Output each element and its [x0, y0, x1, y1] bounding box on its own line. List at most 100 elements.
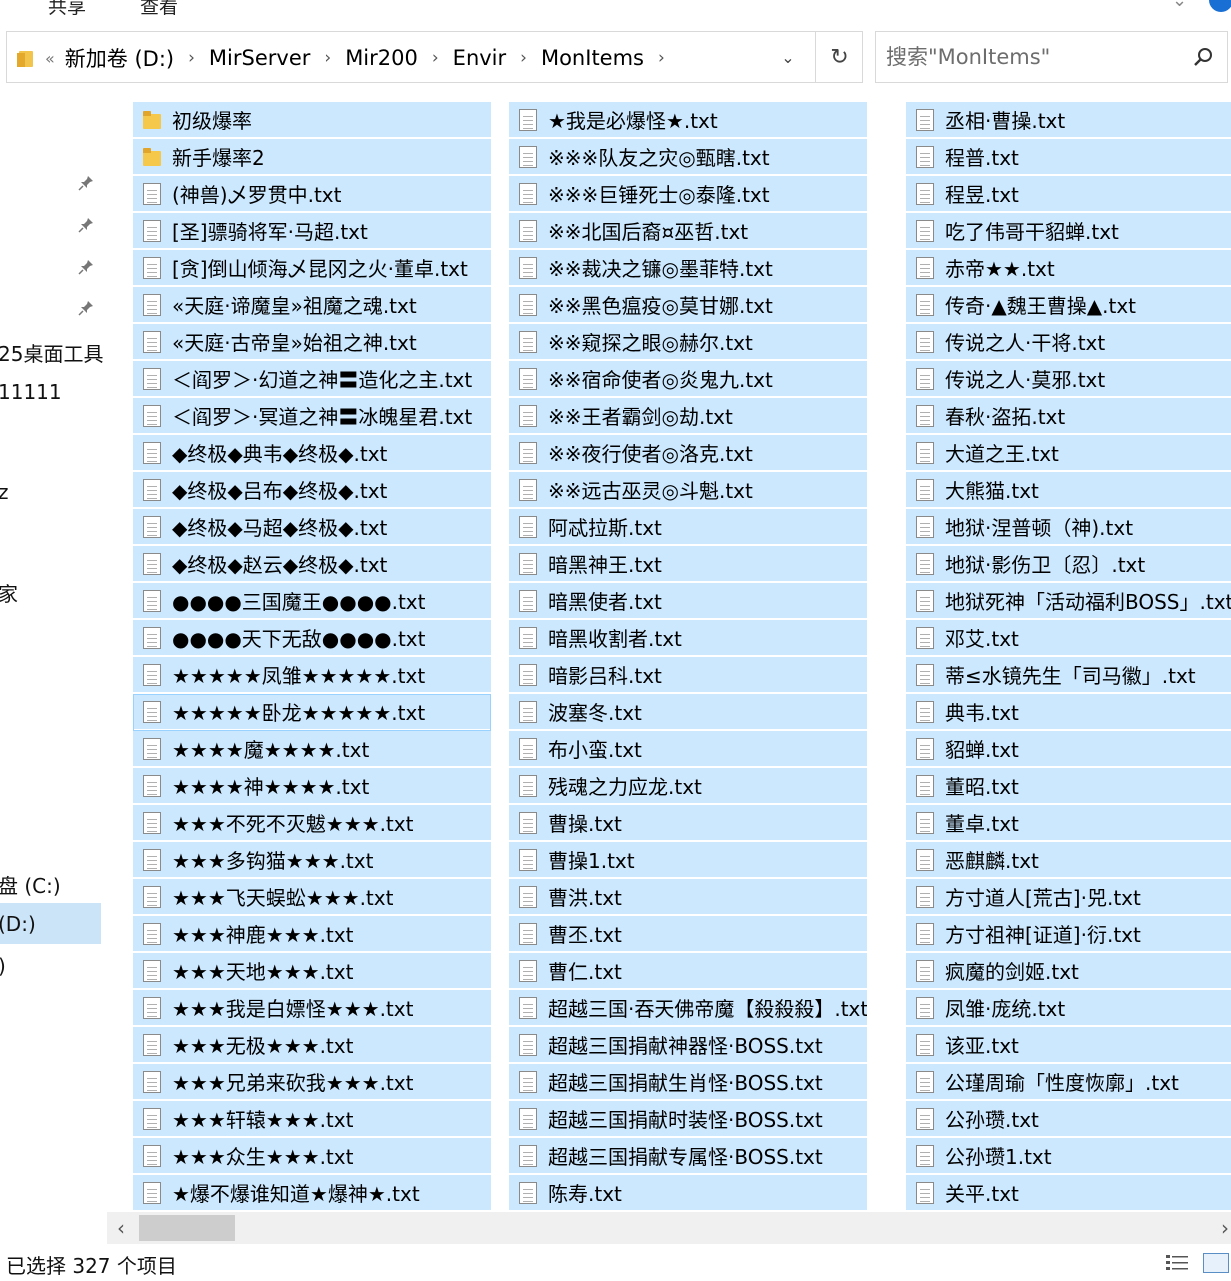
pin-icon[interactable] [77, 299, 95, 317]
file-item[interactable]: [贪]倒山倾海乄昆冈之火·董卓.txt [133, 250, 491, 287]
chevron-right-icon[interactable]: › [658, 48, 665, 68]
tab-share[interactable]: 共享 [48, 0, 86, 19]
refresh-icon[interactable]: ↻ [815, 32, 863, 82]
file-item[interactable]: 曹操1.txt [509, 842, 867, 879]
folder-item[interactable]: 初级爆率 [133, 102, 491, 139]
file-item[interactable]: ★爆不爆谁知道★爆神★.txt [133, 1175, 491, 1212]
file-item[interactable]: 典韦.txt [906, 694, 1231, 731]
file-item[interactable]: ◆终极◆典韦◆终极◆.txt [133, 435, 491, 472]
file-item[interactable]: ★★★★魔★★★★.txt [133, 731, 491, 768]
file-item[interactable]: 大道之王.txt [906, 435, 1231, 472]
file-item[interactable]: ※※裁决之镰◎墨菲特.txt [509, 250, 867, 287]
file-item[interactable]: 吃了伟哥干貂蝉.txt [906, 213, 1231, 250]
file-item[interactable]: ★★★神鹿★★★.txt [133, 916, 491, 953]
file-item[interactable]: 公瑾周瑜「性度恢廓」.txt [906, 1064, 1231, 1101]
pin-icon[interactable] [77, 174, 95, 192]
file-item[interactable]: ★★★众生★★★.txt [133, 1138, 491, 1175]
file-item[interactable]: ※※夜行使者◎洛克.txt [509, 435, 867, 472]
file-item[interactable]: 传说之人·莫邪.txt [906, 361, 1231, 398]
search-icon[interactable] [1193, 46, 1215, 68]
chevron-right-icon[interactable]: › [188, 48, 195, 68]
nav-item-home[interactable]: 家 [0, 578, 18, 607]
nav-item-11111[interactable]: 11111 [0, 380, 62, 404]
large-icons-view-icon[interactable] [1203, 1253, 1229, 1273]
nav-item-drive-c[interactable]: 盘 (C:) [0, 870, 61, 899]
file-item[interactable]: 董昭.txt [906, 768, 1231, 805]
chevron-right-icon[interactable]: › [432, 48, 439, 68]
scroll-right-icon[interactable]: › [1221, 1216, 1229, 1240]
file-item[interactable]: «天庭·古帝皇»始祖之神.txt [133, 324, 491, 361]
file-item[interactable]: 貂蝉.txt [906, 731, 1231, 768]
file-item[interactable]: 地狱死神「活动福利BOSS」.txt [906, 583, 1231, 620]
scrollbar-thumb[interactable] [139, 1215, 235, 1241]
file-item[interactable]: 公孙瓒1.txt [906, 1138, 1231, 1175]
breadcrumb-monitems[interactable]: MonItems [541, 46, 644, 70]
file-item[interactable]: ※※宿命使者◎炎鬼九.txt [509, 361, 867, 398]
file-item[interactable]: 曹仁.txt [509, 953, 867, 990]
file-item[interactable]: 残魂之力应龙.txt [509, 768, 867, 805]
file-item[interactable]: 曹洪.txt [509, 879, 867, 916]
file-item[interactable]: 凤雏·庞统.txt [906, 990, 1231, 1027]
file-item[interactable]: ※※窥探之眼◎赫尔.txt [509, 324, 867, 361]
breadcrumb-mir200[interactable]: Mir200 [345, 46, 418, 70]
file-item[interactable]: ★★★我是白嫖怪★★★.txt [133, 990, 491, 1027]
file-item[interactable]: 超越三国捐献专属怪·BOSS.txt [509, 1138, 867, 1175]
file-item[interactable]: 超越三国捐献生肖怪·BOSS.txt [509, 1064, 867, 1101]
horizontal-scrollbar[interactable]: ‹ › [107, 1212, 1231, 1244]
file-item[interactable]: 暗黑收割者.txt [509, 620, 867, 657]
file-item[interactable]: 蒂≤水镜先生「司马徽」.txt [906, 657, 1231, 694]
pin-icon[interactable] [77, 216, 95, 234]
file-item[interactable]: 超越三国·吞天佛帝魔【殺殺殺】.txt [509, 990, 867, 1027]
breadcrumb-drive[interactable]: 新加卷 (D:) [65, 43, 174, 73]
file-item[interactable]: 丞相·曹操.txt [906, 102, 1231, 139]
file-item[interactable]: ※※远古巫灵◎斗魁.txt [509, 472, 867, 509]
file-item[interactable]: ※※※队友之灾◎甄瞎.txt [509, 139, 867, 176]
file-item[interactable]: 董卓.txt [906, 805, 1231, 842]
file-item[interactable]: 曹操.txt [509, 805, 867, 842]
file-item[interactable]: 阿忒拉斯.txt [509, 509, 867, 546]
file-item[interactable]: ※※北国后裔¤巫哲.txt [509, 213, 867, 250]
address-bar[interactable]: « 新加卷 (D:) › MirServer › Mir200 › Envir … [6, 31, 863, 83]
file-item[interactable]: ★我是必爆怪★.txt [509, 102, 867, 139]
file-item[interactable]: (神兽)乄罗贯中.txt [133, 176, 491, 213]
chevron-right-icon[interactable]: › [520, 48, 527, 68]
file-item[interactable]: ※※※巨锤死士◎泰隆.txt [509, 176, 867, 213]
search-input[interactable] [886, 42, 1186, 72]
file-item[interactable]: ◆终极◆马超◆终极◆.txt [133, 509, 491, 546]
tab-view[interactable]: 查看 [140, 0, 178, 19]
file-item[interactable]: ＜阎罗＞·幻道之神〓造化之主.txt [133, 361, 491, 398]
file-item[interactable]: 曹丕.txt [509, 916, 867, 953]
file-item[interactable]: 暗黑使者.txt [509, 583, 867, 620]
file-item[interactable]: ★★★★★卧龙★★★★★.txt [133, 694, 491, 731]
file-item[interactable]: 方寸道人[荒古]·兕.txt [906, 879, 1231, 916]
file-item[interactable]: 暗黑神王.txt [509, 546, 867, 583]
file-item[interactable]: ★★★飞天蜈蚣★★★.txt [133, 879, 491, 916]
file-item[interactable]: ＜阎罗＞·冥道之神〓冰魄星君.txt [133, 398, 491, 435]
file-item[interactable]: 疯魔的剑姬.txt [906, 953, 1231, 990]
nav-item-drive-d[interactable]: (D:) [0, 912, 36, 936]
breadcrumb-mirserver[interactable]: MirServer [209, 46, 310, 70]
file-item[interactable]: «天庭·谛魔皇»祖魔之魂.txt [133, 287, 491, 324]
file-item[interactable]: 春秋·盗拓.txt [906, 398, 1231, 435]
scroll-left-icon[interactable]: ‹ [117, 1216, 125, 1240]
file-item[interactable]: 恶麒麟.txt [906, 842, 1231, 879]
help-icon[interactable] [1209, 0, 1231, 12]
file-item[interactable]: 传奇·▲魏王曹操▲.txt [906, 287, 1231, 324]
file-item[interactable]: ※※黑色瘟疫◎莫甘娜.txt [509, 287, 867, 324]
details-view-icon[interactable] [1165, 1253, 1189, 1273]
file-item[interactable]: ★★★兄弟来砍我★★★.txt [133, 1064, 491, 1101]
file-item[interactable]: 该亚.txt [906, 1027, 1231, 1064]
file-item[interactable]: ●●●●三国魔王●●●●.txt [133, 583, 491, 620]
folder-item[interactable]: 新手爆率2 [133, 139, 491, 176]
file-item[interactable]: ★★★★神★★★★.txt [133, 768, 491, 805]
chevron-right-icon[interactable]: › [324, 48, 331, 68]
file-item[interactable]: [圣]骠骑将军·马超.txt [133, 213, 491, 250]
nav-item-z[interactable]: z [0, 480, 9, 504]
file-item[interactable]: ★★★不死不灭魃★★★.txt [133, 805, 491, 842]
pin-icon[interactable] [77, 258, 95, 276]
history-dropdown-icon[interactable]: ⌄ [769, 32, 807, 82]
file-item[interactable]: 陈寿.txt [509, 1175, 867, 1212]
file-item[interactable]: 布小蛮.txt [509, 731, 867, 768]
file-item[interactable]: 大熊猫.txt [906, 472, 1231, 509]
file-item[interactable]: ●●●●天下无敌●●●●.txt [133, 620, 491, 657]
